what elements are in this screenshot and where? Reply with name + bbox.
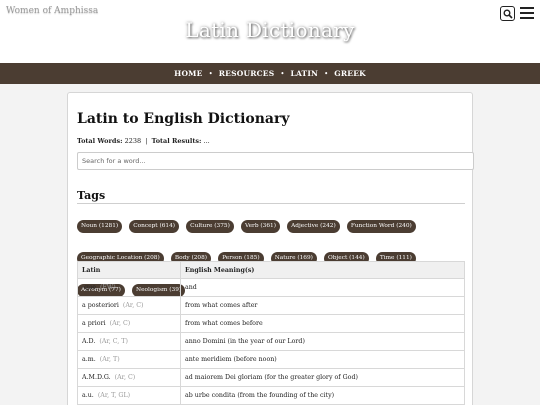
nav-separator: • (280, 69, 285, 78)
latin-word: a posteriori (82, 302, 119, 309)
latin-word: -que (82, 284, 96, 291)
latin-cell: -que (FW) (77, 278, 181, 297)
nav-separator: • (324, 69, 329, 78)
table-row[interactable]: a.m. (Ar, T) ante meridiem (before noon) (77, 350, 465, 369)
tag-verb[interactable]: Verb (361) (240, 220, 280, 233)
nav-separator: • (208, 69, 213, 78)
english-cell: ad maiorem Dei gloriam (for the greater … (180, 368, 465, 387)
tag-culture[interactable]: Culture (375) (186, 220, 234, 233)
word-tags: (Ar, T) (99, 356, 120, 363)
tag-noun[interactable]: Noun (1281) (77, 220, 123, 233)
column-header-english[interactable]: English Meaning(s) (180, 261, 465, 279)
page-title: Latin to English Dictionary (77, 111, 290, 127)
word-tags: (Ar, C) (122, 302, 144, 309)
table-row[interactable]: -que (FW) and (77, 278, 465, 297)
table-row[interactable]: A.D. (Ar, C, T) anno Domini (in the year … (77, 332, 465, 351)
english-cell: from what comes before (180, 314, 465, 333)
word-tags: (Ar, C, T) (99, 338, 128, 345)
tags-divider (77, 203, 465, 204)
word-tags: (FW) (99, 284, 116, 291)
english-cell: from what comes after (180, 296, 465, 315)
main-nav: HOME • RESOURCES • LATIN • GREEK (0, 63, 540, 84)
table-row[interactable]: a priori (Ar, C) from what comes before (77, 314, 465, 333)
english-cell: ante meridiem (before noon) (180, 350, 465, 369)
latin-cell: a.m. (Ar, T) (77, 350, 181, 369)
latin-word: a.u. (82, 392, 94, 399)
latin-cell: a posteriori (Ar, C) (77, 296, 181, 315)
total-words-value: 2238 (124, 137, 142, 145)
total-words-label: Total Words: (77, 137, 123, 145)
nav-home[interactable]: HOME (174, 69, 202, 78)
totals-line: Total Words: 2238 | Total Results: ... (77, 137, 210, 145)
table-row[interactable]: a posteriori (Ar, C) from what comes afte… (77, 296, 465, 315)
english-cell: anno Domini (in the year of our Lord) (180, 332, 465, 351)
nav-latin[interactable]: LATIN (290, 69, 318, 78)
search-icon (503, 9, 513, 19)
latin-cell: a priori (Ar, C) (77, 314, 181, 333)
tags-heading: Tags (77, 189, 106, 202)
tag-concept[interactable]: Concept (614) (129, 220, 180, 233)
column-header-latin[interactable]: Latin (77, 261, 181, 279)
latin-word: a priori (82, 320, 106, 327)
latin-cell: a.u. (Ar, T, GL) (77, 386, 181, 405)
search-button[interactable] (500, 6, 515, 21)
latin-word: a.m. (82, 356, 96, 363)
total-results-value: ... (203, 137, 210, 145)
latin-word: A.M.D.G. (82, 374, 111, 381)
word-tags: (Ar, C) (114, 374, 136, 381)
word-tags: (Ar, T, GL) (97, 392, 131, 399)
site-title: Latin Dictionary (185, 18, 355, 42)
site-name-link[interactable]: Women of Amphissa (6, 6, 98, 16)
table-row[interactable]: a.u. (Ar, T, GL) ab urbe condita (from th… (77, 386, 465, 405)
nav-resources[interactable]: RESOURCES (219, 69, 275, 78)
english-cell: and (180, 278, 465, 297)
table-row[interactable]: A.M.D.G. (Ar, C) ad maiorem Dei gloriam (… (77, 368, 465, 387)
tag-function-word[interactable]: Function Word (240) (346, 220, 416, 233)
nav-greek[interactable]: GREEK (334, 69, 366, 78)
site-header: Women of Amphissa Latin Dictionary (0, 0, 540, 63)
tag-adjective[interactable]: Adjective (242) (287, 220, 340, 233)
total-results-label: Total Results: (151, 137, 202, 145)
latin-word: A.D. (82, 338, 96, 345)
latin-cell: A.D. (Ar, C, T) (77, 332, 181, 351)
hamburger-menu-icon[interactable] (520, 7, 534, 19)
dictionary-card: Latin to English Dictionary Total Words:… (67, 92, 474, 405)
word-tags: (Ar, C) (109, 320, 131, 327)
dictionary-table: Latin English Meaning(s) -que (FW) and a … (77, 261, 465, 405)
table-header-row: Latin English Meaning(s) (77, 261, 465, 279)
english-cell: ab urbe condita (from the founding of th… (180, 386, 465, 405)
word-search-input[interactable] (77, 152, 474, 170)
latin-cell: A.M.D.G. (Ar, C) (77, 368, 181, 387)
